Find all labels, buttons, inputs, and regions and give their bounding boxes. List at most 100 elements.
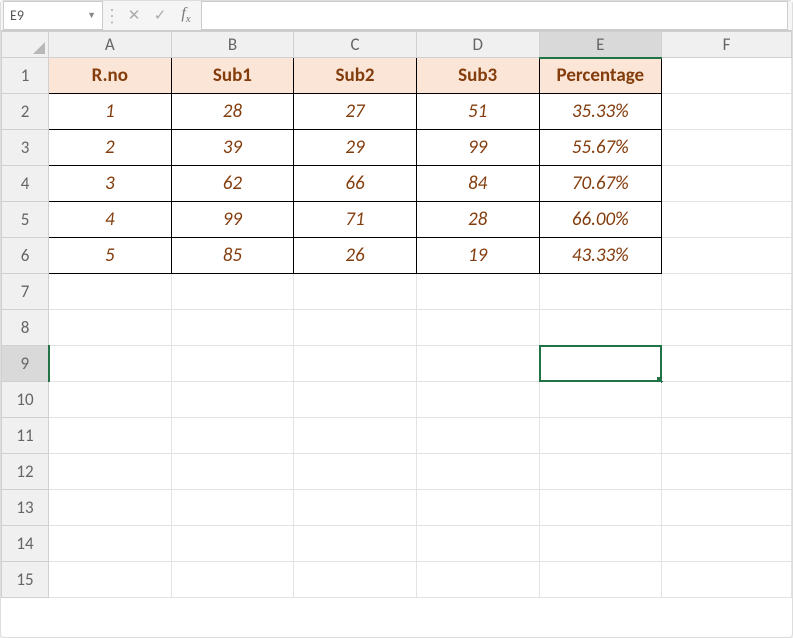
cell-E4[interactable]: 70.67% (539, 166, 662, 202)
cell-F5[interactable] (662, 202, 792, 238)
cell-F8[interactable] (662, 310, 792, 346)
cell-A1[interactable]: R.no (49, 58, 172, 94)
cell-D1[interactable]: Sub3 (416, 58, 539, 94)
cell-C10[interactable] (294, 382, 417, 418)
cell-B2[interactable]: 28 (171, 94, 294, 130)
formula-input[interactable] (201, 1, 788, 30)
cell-D14[interactable] (416, 526, 539, 562)
cell-C9[interactable] (294, 346, 417, 382)
cell-C12[interactable] (294, 454, 417, 490)
cell-D7[interactable] (416, 274, 539, 310)
row-header-8[interactable]: 8 (2, 310, 49, 346)
cell-F12[interactable] (662, 454, 792, 490)
cell-F11[interactable] (662, 418, 792, 454)
cell-E1[interactable]: Percentage (539, 58, 662, 94)
row-header-9[interactable]: 9 (2, 346, 49, 382)
row-header-3[interactable]: 3 (2, 130, 49, 166)
cell-D11[interactable] (416, 418, 539, 454)
chevron-down-icon[interactable]: ▼ (87, 10, 96, 21)
cell-F4[interactable] (662, 166, 792, 202)
cell-B6[interactable]: 85 (171, 238, 294, 274)
cell-F7[interactable] (662, 274, 792, 310)
row-header-10[interactable]: 10 (2, 382, 49, 418)
cell-D12[interactable] (416, 454, 539, 490)
cell-A8[interactable] (49, 310, 172, 346)
cell-B8[interactable] (171, 310, 294, 346)
spreadsheet-grid[interactable]: A B C D E F 1 R.no Sub1 Sub2 Sub3 Percen… (1, 31, 792, 637)
cell-E12[interactable] (539, 454, 662, 490)
cell-A7[interactable] (49, 274, 172, 310)
cell-D10[interactable] (416, 382, 539, 418)
cell-C1[interactable]: Sub2 (294, 58, 417, 94)
cell-A13[interactable] (49, 490, 172, 526)
cell-A6[interactable]: 5 (49, 238, 172, 274)
cell-B11[interactable] (171, 418, 294, 454)
row-header-5[interactable]: 5 (2, 202, 49, 238)
cell-D15[interactable] (416, 562, 539, 598)
cancel-formula-icon[interactable]: ✕ (121, 6, 147, 25)
cell-A15[interactable] (49, 562, 172, 598)
row-header-15[interactable]: 15 (2, 562, 49, 598)
cell-D8[interactable] (416, 310, 539, 346)
cell-B12[interactable] (171, 454, 294, 490)
cell-E5[interactable]: 66.00% (539, 202, 662, 238)
cell-E2[interactable]: 35.33% (539, 94, 662, 130)
cell-D4[interactable]: 84 (416, 166, 539, 202)
cell-C13[interactable] (294, 490, 417, 526)
col-header-B[interactable]: B (171, 32, 294, 58)
cell-F13[interactable] (662, 490, 792, 526)
row-header-2[interactable]: 2 (2, 94, 49, 130)
row-header-13[interactable]: 13 (2, 490, 49, 526)
cell-E11[interactable] (539, 418, 662, 454)
col-header-F[interactable]: F (662, 32, 792, 58)
cell-E10[interactable] (539, 382, 662, 418)
cell-B1[interactable]: Sub1 (171, 58, 294, 94)
cell-A9[interactable] (49, 346, 172, 382)
cell-C8[interactable] (294, 310, 417, 346)
row-header-6[interactable]: 6 (2, 238, 49, 274)
cell-A4[interactable]: 3 (49, 166, 172, 202)
cell-C15[interactable] (294, 562, 417, 598)
cell-D2[interactable]: 51 (416, 94, 539, 130)
cell-D9[interactable] (416, 346, 539, 382)
cell-A3[interactable]: 2 (49, 130, 172, 166)
cell-F14[interactable] (662, 526, 792, 562)
cell-F10[interactable] (662, 382, 792, 418)
cell-B14[interactable] (171, 526, 294, 562)
cell-F3[interactable] (662, 130, 792, 166)
cell-B15[interactable] (171, 562, 294, 598)
cell-E3[interactable]: 55.67% (539, 130, 662, 166)
cell-A11[interactable] (49, 418, 172, 454)
cell-F6[interactable] (662, 238, 792, 274)
name-box[interactable]: E9 ▼ (3, 1, 103, 30)
cell-F9[interactable] (662, 346, 792, 382)
cell-D5[interactable]: 28 (416, 202, 539, 238)
cell-C2[interactable]: 27 (294, 94, 417, 130)
row-header-12[interactable]: 12 (2, 454, 49, 490)
cell-F1[interactable] (662, 58, 792, 94)
row-header-7[interactable]: 7 (2, 274, 49, 310)
row-header-1[interactable]: 1 (2, 58, 49, 94)
cell-F15[interactable] (662, 562, 792, 598)
col-header-E[interactable]: E (539, 32, 662, 58)
cell-B4[interactable]: 62 (171, 166, 294, 202)
cell-D6[interactable]: 19 (416, 238, 539, 274)
cell-B3[interactable]: 39 (171, 130, 294, 166)
cell-D13[interactable] (416, 490, 539, 526)
cell-C7[interactable] (294, 274, 417, 310)
cell-E13[interactable] (539, 490, 662, 526)
col-header-D[interactable]: D (416, 32, 539, 58)
row-header-14[interactable]: 14 (2, 526, 49, 562)
select-all-corner[interactable] (2, 32, 49, 58)
cell-E15[interactable] (539, 562, 662, 598)
row-header-4[interactable]: 4 (2, 166, 49, 202)
cell-C6[interactable]: 26 (294, 238, 417, 274)
fx-icon[interactable]: fx (173, 5, 199, 25)
cell-B13[interactable] (171, 490, 294, 526)
cell-C3[interactable]: 29 (294, 130, 417, 166)
cell-C14[interactable] (294, 526, 417, 562)
cell-B5[interactable]: 99 (171, 202, 294, 238)
cell-E7[interactable] (539, 274, 662, 310)
row-header-11[interactable]: 11 (2, 418, 49, 454)
cell-B7[interactable] (171, 274, 294, 310)
